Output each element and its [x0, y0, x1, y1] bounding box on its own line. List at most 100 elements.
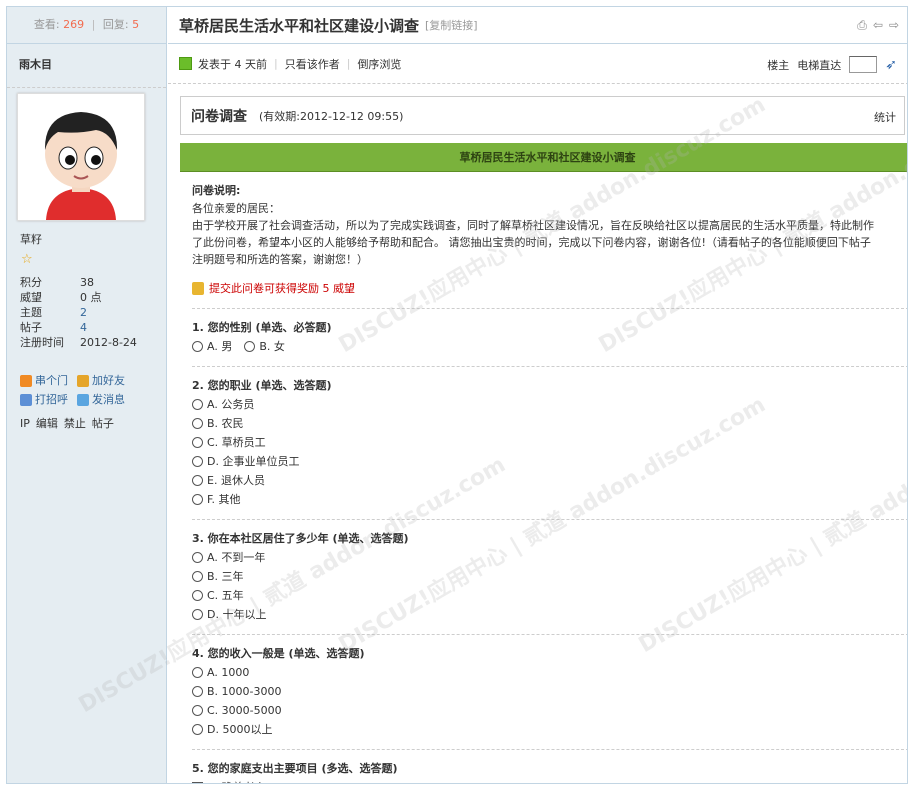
- radio-button[interactable]: [192, 475, 203, 486]
- stat-label: 积分: [20, 276, 42, 289]
- action-label: 发消息: [92, 393, 125, 406]
- question: 3. 你在本社区居住了多少年 (单选、选答题) A. 不到一年 B. 三年 C. 五年…: [192, 519, 907, 624]
- copy-link[interactable]: [复制链接]: [425, 17, 478, 33]
- avatar[interactable]: [17, 93, 145, 221]
- ip-link[interactable]: IP: [20, 417, 30, 430]
- post-time: 发表于 4 天前: [198, 57, 267, 71]
- ban-link[interactable]: 禁止: [64, 417, 86, 430]
- answer-option[interactable]: A. 1000: [192, 663, 907, 682]
- radio-button[interactable]: [192, 418, 203, 429]
- answer-option[interactable]: A. 赡养老人: [192, 778, 907, 783]
- post-info-bar: 发表于 4 天前 | 只看该作者 | 倒序浏览 楼主 电梯直达 ➶: [168, 44, 907, 84]
- checkbox[interactable]: [192, 782, 203, 783]
- option-label: B. 农民: [207, 417, 244, 430]
- survey-description: 问卷说明: 各位亲爱的居民： 由于学校开展了社会调查活动，所以为了完成实践调查，…: [180, 172, 907, 268]
- option-label: D. 企事业单位员工: [207, 455, 300, 468]
- radio-button[interactable]: [192, 437, 203, 448]
- radio-button[interactable]: [192, 705, 203, 716]
- radio-button[interactable]: [192, 456, 203, 467]
- reward-text: 提交此问卷可获得奖励 5 威望: [209, 282, 355, 295]
- answer-option[interactable]: F. 其他: [192, 490, 907, 509]
- next-thread-icon[interactable]: ⇨: [889, 18, 899, 33]
- poll-stats-link[interactable]: 统计: [874, 109, 896, 125]
- answer-option[interactable]: B. 三年: [192, 567, 907, 586]
- radio-button[interactable]: [192, 552, 203, 563]
- question-list: 1. 您的性别 (单选、必答题) A. 男 B. 女 2. 您的职业 (单选、选答题)…: [180, 308, 907, 783]
- action-label: 加好友: [92, 374, 125, 387]
- answer-option[interactable]: D. 十年以上: [192, 605, 907, 624]
- divider: |: [346, 57, 351, 70]
- stat-row: 注册时间 2012-8-24: [20, 335, 160, 350]
- send-message-button[interactable]: 发消息: [77, 390, 125, 409]
- radio-button[interactable]: [244, 341, 256, 352]
- answer-option[interactable]: A. 公务员: [192, 395, 907, 414]
- floor-controls: 楼主 电梯直达 ➶: [767, 56, 897, 73]
- greet-button[interactable]: 打招呼: [20, 390, 68, 409]
- posts-link[interactable]: 帖子: [92, 417, 114, 430]
- radio-button[interactable]: [192, 341, 203, 352]
- question: 1. 您的性别 (单选、必答题) A. 男 B. 女: [192, 308, 907, 356]
- radio-button[interactable]: [192, 590, 203, 601]
- question-title: 4. 您的收入一般是 (单选、选答题): [192, 647, 365, 660]
- prev-thread-icon[interactable]: ⇦: [873, 18, 883, 33]
- stat-row: 帖子 4: [20, 320, 160, 335]
- action-label: 串个门: [35, 374, 68, 387]
- option-label: D. 十年以上: [207, 608, 267, 621]
- poll-header: 问卷调查 (有效期:2012-12-12 09:55) 统计: [180, 96, 905, 135]
- print-icon[interactable]: ⎙: [857, 18, 867, 33]
- radio-button[interactable]: [192, 724, 203, 735]
- radio-button[interactable]: [192, 494, 203, 505]
- poll-heading: 问卷调查: [191, 108, 247, 125]
- radio-button[interactable]: [192, 571, 203, 582]
- reverse-order-link[interactable]: 倒序浏览: [357, 56, 401, 72]
- stat-label: 主题: [20, 306, 42, 319]
- thread-stats: 查看: 269 | 回复: 5: [7, 7, 166, 44]
- option-group: A. 男 B. 女: [192, 337, 907, 356]
- author-name[interactable]: 雨木目: [7, 44, 166, 88]
- answer-option[interactable]: C. 五年: [192, 586, 907, 605]
- question: 5. 您的家庭支出主要项目 (多选、选答题) A. 赡养老人: [192, 749, 907, 783]
- post-main: 草桥居民生活水平和社区建设小调查 [复制链接] ⎙ ⇦ ⇨ 发表于 4 天前 |…: [168, 7, 907, 783]
- divider: |: [91, 18, 96, 31]
- answer-option[interactable]: C. 3000-5000: [192, 701, 907, 720]
- visit-button[interactable]: 串个门: [20, 371, 68, 390]
- option-group: A. 不到一年 B. 三年 C. 五年 D. 十年以上: [192, 548, 907, 624]
- replies-count: 5: [132, 18, 140, 31]
- stat-value-link[interactable]: 2: [80, 305, 87, 320]
- edit-link[interactable]: 编辑: [36, 417, 58, 430]
- online-status-icon: [179, 57, 192, 70]
- only-author-link[interactable]: 只看该作者: [285, 56, 340, 72]
- answer-option[interactable]: C. 草桥员工: [192, 433, 907, 452]
- answer-option[interactable]: E. 退休人员: [192, 471, 907, 490]
- reward-note: 提交此问卷可获得奖励 5 威望: [192, 280, 907, 296]
- question: 2. 您的职业 (单选、选答题) A. 公务员 B. 农民 C. 草桥员工 D. 企事业…: [192, 366, 907, 509]
- go-icon[interactable]: ➶: [885, 57, 897, 73]
- divider: |: [274, 57, 278, 70]
- radio-button[interactable]: [192, 667, 203, 678]
- option-group: A. 公务员 B. 农民 C. 草桥员工 D. 企事业单位员工 E. 退休人员 F. 其他: [192, 395, 907, 509]
- answer-option[interactable]: D. 企事业单位员工: [192, 452, 907, 471]
- star-icon: ☆: [21, 252, 33, 267]
- floor-jump-input[interactable]: [849, 56, 878, 73]
- answer-option[interactable]: B. 农民: [192, 414, 907, 433]
- answer-option[interactable]: A. 男: [192, 337, 232, 356]
- option-label: B. 三年: [207, 570, 244, 583]
- stat-value: 2012-8-24: [80, 336, 137, 349]
- author-sidebar: 查看: 269 | 回复: 5 雨木目 草籽 ☆ 积分 38 威望 0 点 主题…: [7, 7, 167, 783]
- thread-tools: ⎙ ⇦ ⇨: [857, 18, 899, 33]
- answer-option[interactable]: B. 1000-3000: [192, 682, 907, 701]
- elevator-label: 电梯直达: [797, 58, 842, 72]
- option-label: A. 不到一年: [207, 551, 266, 564]
- answer-option[interactable]: D. 5000以上: [192, 720, 907, 739]
- answer-option[interactable]: A. 不到一年: [192, 548, 907, 567]
- stat-value-link[interactable]: 4: [80, 320, 87, 335]
- stat-label: 威望: [20, 291, 42, 304]
- answer-option[interactable]: B. 女: [244, 337, 285, 356]
- option-label: C. 五年: [207, 589, 244, 602]
- option-label: A. 赡养老人: [207, 778, 265, 783]
- radio-button[interactable]: [192, 686, 203, 697]
- radio-button[interactable]: [192, 399, 203, 410]
- add-friend-button[interactable]: 加好友: [77, 371, 125, 390]
- stat-row: 积分 38: [20, 275, 160, 290]
- radio-button[interactable]: [192, 609, 203, 620]
